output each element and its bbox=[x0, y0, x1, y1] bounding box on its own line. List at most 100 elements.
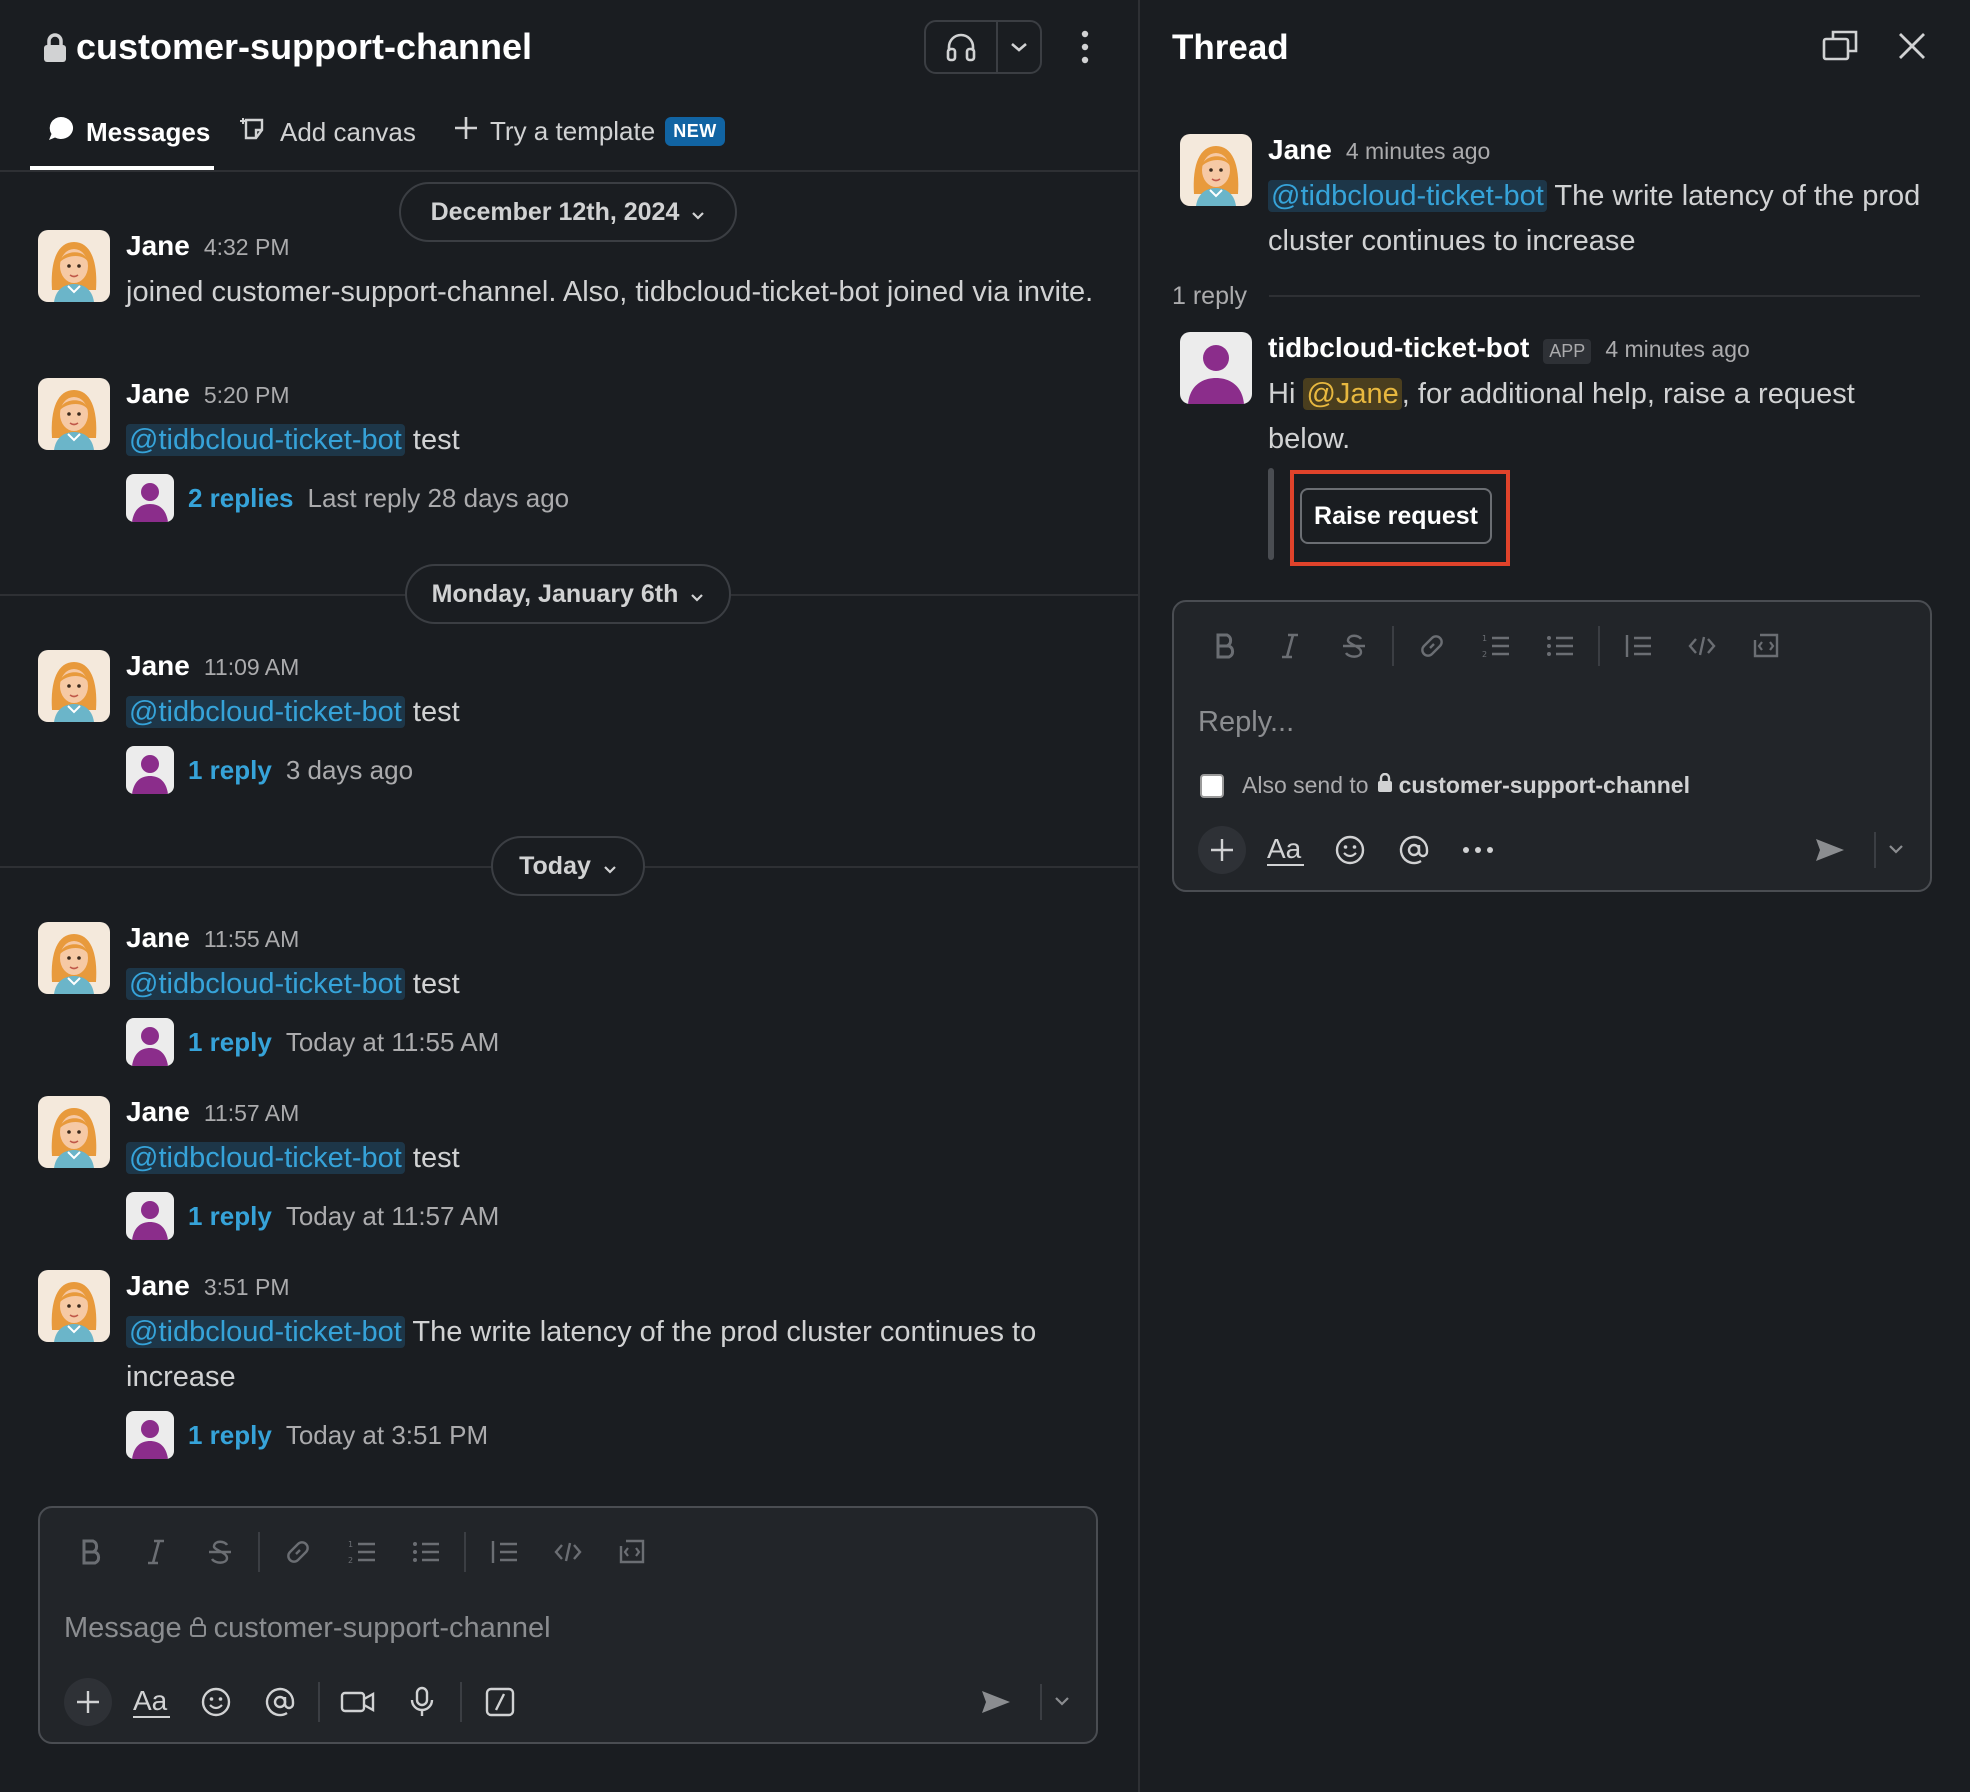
bullet-list-icon[interactable] bbox=[1528, 624, 1592, 668]
avatar[interactable] bbox=[38, 1096, 110, 1168]
thread-replies[interactable]: 1 reply Today at 11:57 AM bbox=[126, 1191, 1118, 1241]
bullet-list-icon[interactable] bbox=[394, 1530, 458, 1574]
message[interactable]: Jane 5:20 PM @tidbcloud-ticket-bot test 2… bbox=[38, 378, 1118, 528]
timestamp[interactable]: 4 minutes ago bbox=[1605, 336, 1749, 363]
microphone-icon[interactable] bbox=[390, 1676, 454, 1728]
thread-replies[interactable]: 2 replies Last reply 28 days ago bbox=[126, 473, 1118, 523]
author-name[interactable]: Jane bbox=[126, 230, 190, 262]
chevron-down-icon[interactable] bbox=[1054, 1693, 1070, 1711]
mention-link[interactable]: @tidbcloud-ticket-bot bbox=[126, 1142, 405, 1174]
bold-icon[interactable] bbox=[60, 1530, 124, 1574]
thread-replies[interactable]: 1 reply 3 days ago bbox=[126, 745, 1118, 795]
avatar[interactable] bbox=[1180, 134, 1252, 206]
author-name[interactable]: Jane bbox=[126, 922, 190, 954]
italic-icon[interactable] bbox=[1258, 624, 1322, 668]
mention-link[interactable]: @tidbcloud-ticket-bot bbox=[1268, 180, 1547, 212]
channel-title[interactable]: customer-support-channel bbox=[42, 26, 532, 68]
text-format-icon[interactable]: Aa bbox=[120, 1676, 184, 1728]
bot-avatar[interactable] bbox=[1180, 332, 1252, 404]
emoji-icon[interactable] bbox=[184, 1676, 248, 1728]
also-send-checkbox[interactable] bbox=[1200, 773, 1224, 798]
author-name[interactable]: Jane bbox=[126, 1096, 190, 1128]
timestamp[interactable]: 4 minutes ago bbox=[1346, 138, 1490, 165]
huddle-button[interactable] bbox=[924, 20, 1042, 74]
avatar[interactable] bbox=[38, 230, 110, 302]
author-name[interactable]: Jane bbox=[126, 378, 190, 410]
video-icon[interactable] bbox=[326, 1676, 390, 1728]
timestamp[interactable]: 4:32 PM bbox=[204, 234, 290, 261]
mention-link[interactable]: @tidbcloud-ticket-bot bbox=[126, 424, 405, 456]
timestamp[interactable]: 11:57 AM bbox=[204, 1100, 299, 1127]
timestamp[interactable]: 3:51 PM bbox=[204, 1274, 290, 1301]
code-icon[interactable] bbox=[536, 1530, 600, 1574]
bold-icon[interactable] bbox=[1194, 624, 1258, 668]
avatar[interactable] bbox=[38, 922, 110, 994]
blockquote-icon[interactable] bbox=[472, 1530, 536, 1574]
kebab-icon[interactable] bbox=[1070, 24, 1100, 70]
date-separator[interactable]: Today bbox=[491, 836, 645, 896]
tab-try-template[interactable]: Try a template NEW bbox=[452, 114, 725, 149]
avatar[interactable] bbox=[38, 378, 110, 450]
thread-parent-message[interactable]: Jane 4 minutes ago @tidbcloud-ticket-bot … bbox=[1180, 134, 1940, 274]
send-icon[interactable] bbox=[964, 1676, 1028, 1728]
emoji-icon[interactable] bbox=[1318, 824, 1382, 876]
reply-input[interactable]: Reply... bbox=[1198, 706, 1294, 739]
reply-count[interactable]: 1 reply bbox=[188, 755, 272, 786]
tab-add-canvas[interactable]: Add canvas bbox=[240, 114, 416, 151]
message[interactable]: Jane 3:51 PM @tidbcloud-ticket-bot The wr… bbox=[38, 1270, 1118, 1470]
strikethrough-icon[interactable] bbox=[1322, 624, 1386, 668]
ordered-list-icon[interactable]: 12 bbox=[330, 1530, 394, 1574]
message[interactable]: Jane 11:57 AM @tidbcloud-ticket-bot test … bbox=[38, 1096, 1118, 1246]
mention-link[interactable]: @tidbcloud-ticket-bot bbox=[126, 696, 405, 728]
send-icon[interactable] bbox=[1798, 824, 1862, 876]
author-name[interactable]: tidbcloud-ticket-bot bbox=[1268, 332, 1529, 364]
reply-count[interactable]: 1 reply bbox=[188, 1027, 272, 1058]
reply-count[interactable]: 1 reply bbox=[188, 1201, 272, 1232]
code-block-icon[interactable] bbox=[1734, 624, 1798, 668]
chevron-down-icon[interactable] bbox=[998, 41, 1040, 53]
avatar[interactable] bbox=[38, 1270, 110, 1342]
message[interactable]: Jane 4:32 PM joined customer-support-chan… bbox=[38, 230, 1118, 358]
author-name[interactable]: Jane bbox=[1268, 134, 1332, 166]
link-icon[interactable] bbox=[266, 1530, 330, 1574]
timestamp[interactable]: 11:55 AM bbox=[204, 926, 299, 953]
strikethrough-icon[interactable] bbox=[188, 1530, 252, 1574]
plus-icon[interactable] bbox=[1198, 826, 1246, 874]
mention-link[interactable]: @Jane bbox=[1303, 378, 1402, 410]
date-separator[interactable]: Monday, January 6th bbox=[405, 564, 731, 624]
ordered-list-icon[interactable]: 12 bbox=[1464, 624, 1528, 668]
tab-messages[interactable]: Messages bbox=[46, 114, 210, 151]
message[interactable]: Jane 11:09 AM @tidbcloud-ticket-bot test … bbox=[38, 650, 1118, 800]
thread-reply-message[interactable]: tidbcloud-ticket-bot APP 4 minutes ago Hi … bbox=[1180, 332, 1940, 472]
message[interactable]: Jane 11:55 AM @tidbcloud-ticket-bot test … bbox=[38, 922, 1118, 1072]
timestamp[interactable]: 11:09 AM bbox=[204, 654, 299, 681]
reply-count[interactable]: 1 reply bbox=[188, 1420, 272, 1451]
more-icon[interactable] bbox=[1446, 824, 1510, 876]
headphones-icon[interactable] bbox=[926, 22, 998, 72]
code-icon[interactable] bbox=[1670, 624, 1734, 668]
thread-replies[interactable]: 1 reply Today at 3:51 PM bbox=[126, 1410, 1118, 1460]
mention-icon[interactable] bbox=[248, 1676, 312, 1728]
link-icon[interactable] bbox=[1400, 624, 1464, 668]
code-block-icon[interactable] bbox=[600, 1530, 664, 1574]
thread-replies[interactable]: 1 reply Today at 11:55 AM bbox=[126, 1017, 1118, 1067]
message-composer[interactable]: 12 Message customer-support-channel Aa bbox=[38, 1506, 1098, 1744]
reply-count[interactable]: 2 replies bbox=[188, 483, 294, 514]
author-name[interactable]: Jane bbox=[126, 650, 190, 682]
popout-icon[interactable] bbox=[1820, 26, 1860, 66]
mention-link[interactable]: @tidbcloud-ticket-bot bbox=[126, 968, 405, 1000]
blockquote-icon[interactable] bbox=[1606, 624, 1670, 668]
close-icon[interactable] bbox=[1892, 26, 1932, 66]
italic-icon[interactable] bbox=[124, 1530, 188, 1574]
message-input[interactable]: Message customer-support-channel bbox=[64, 1612, 551, 1645]
plus-icon[interactable] bbox=[64, 1678, 112, 1726]
mention-link[interactable]: @tidbcloud-ticket-bot bbox=[126, 1316, 405, 1348]
mention-icon[interactable] bbox=[1382, 824, 1446, 876]
slash-command-icon[interactable] bbox=[468, 1676, 532, 1728]
timestamp[interactable]: 5:20 PM bbox=[204, 382, 290, 409]
chevron-down-icon[interactable] bbox=[1888, 841, 1904, 859]
reply-composer[interactable]: 12 Reply... Also send to customer-suppor… bbox=[1172, 600, 1932, 892]
avatar[interactable] bbox=[38, 650, 110, 722]
author-name[interactable]: Jane bbox=[126, 1270, 190, 1302]
also-send-option[interactable]: Also send to customer-support-channel bbox=[1200, 772, 1690, 799]
